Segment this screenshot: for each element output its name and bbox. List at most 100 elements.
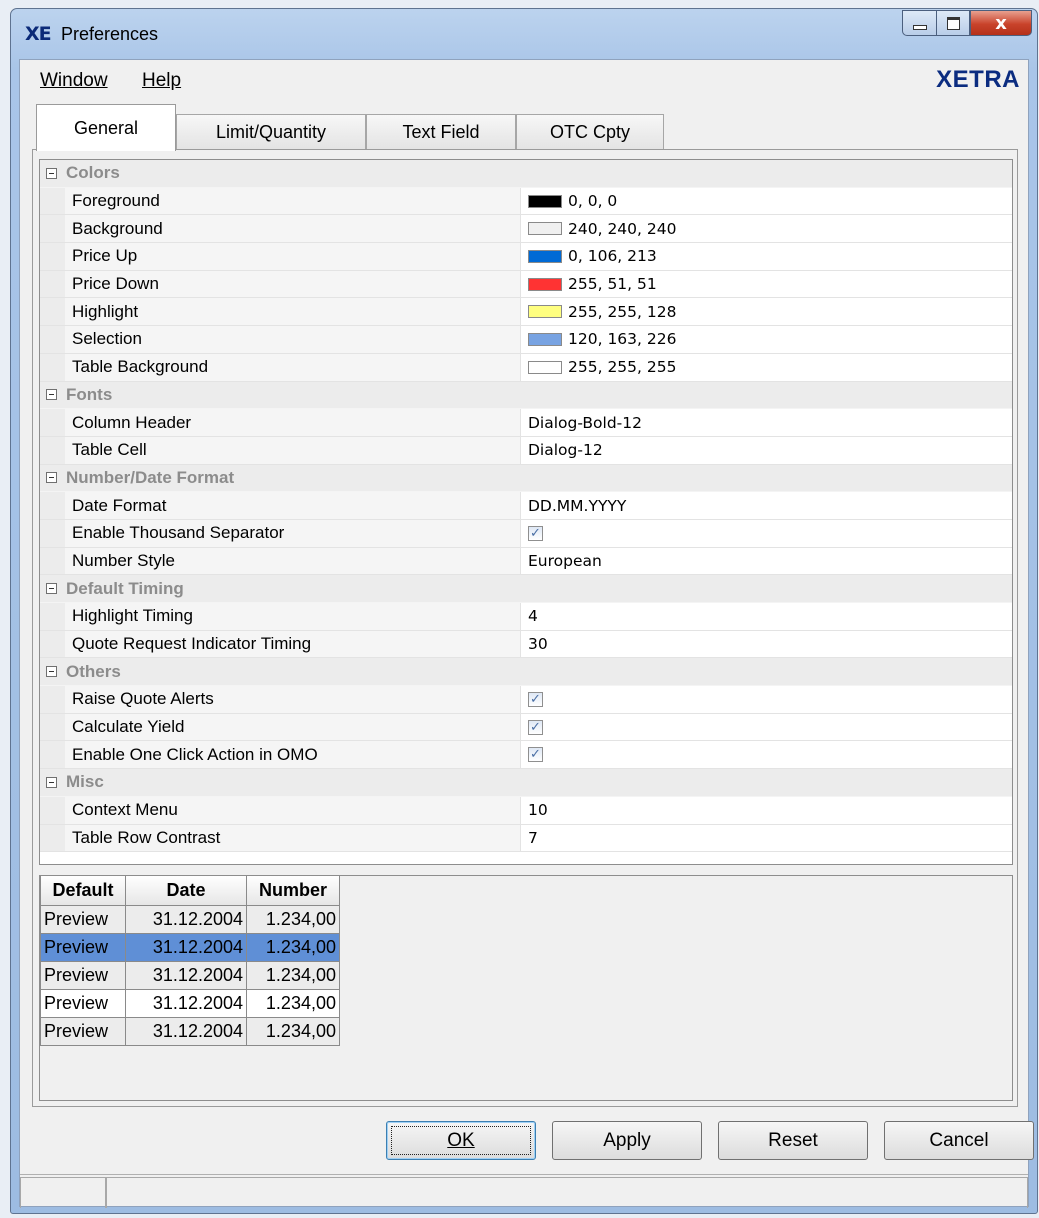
property-quote-request-indicator-timing[interactable]: Quote Request Indicator Timing 30: [40, 630, 1012, 659]
property-column-header[interactable]: Column Header Dialog-Bold-12: [40, 409, 1012, 437]
table-row[interactable]: Preview 31.12.2004 1.234,00: [40, 961, 340, 990]
property-label: Enable Thousand Separator: [72, 523, 285, 543]
menu-help[interactable]: Help: [142, 70, 181, 92]
collapse-icon[interactable]: [46, 583, 57, 595]
property-value[interactable]: DD.MM.YYYY: [528, 497, 626, 515]
category-label: Others: [66, 661, 121, 681]
property-value[interactable]: 0, 0, 0: [528, 192, 617, 210]
calculate-yield-checkbox[interactable]: ✓: [528, 719, 543, 735]
property-highlight[interactable]: Highlight 255, 255, 128: [40, 298, 1012, 327]
cell-date: 31.12.2004: [125, 961, 247, 990]
collapse-icon[interactable]: [46, 472, 57, 484]
minimize-button[interactable]: [902, 10, 936, 36]
close-button[interactable]: x: [970, 10, 1032, 36]
cancel-button-label: Cancel: [929, 1129, 989, 1151]
property-calculate-yield[interactable]: Calculate Yield ✓: [40, 713, 1012, 742]
property-label: Price Up: [72, 246, 138, 266]
property-enable-thousand-separator[interactable]: Enable Thousand Separator ✓: [40, 519, 1012, 548]
category-others[interactable]: Others: [40, 658, 1012, 687]
app-logo-icon: XE: [25, 23, 52, 45]
column-header-number[interactable]: Number: [246, 876, 340, 906]
property-price-up[interactable]: Price Up 0, 106, 213: [40, 243, 1012, 271]
status-cell-main: [106, 1177, 1028, 1208]
property-highlight-timing[interactable]: Highlight Timing 4: [40, 603, 1012, 631]
tab-text-field-label: Text Field: [402, 122, 480, 142]
collapse-icon[interactable]: [46, 776, 57, 788]
tab-otc-cpty[interactable]: OTC Cpty: [516, 114, 664, 150]
property-table-background[interactable]: Table Background 255, 255, 255: [40, 353, 1012, 382]
cancel-button[interactable]: Cancel: [884, 1121, 1034, 1160]
thousand-separator-checkbox[interactable]: ✓: [528, 525, 543, 541]
property-label: Column Header: [72, 412, 192, 432]
category-default-timing[interactable]: Default Timing: [40, 575, 1012, 603]
color-swatch: [528, 222, 562, 236]
property-value[interactable]: 255, 51, 51: [528, 275, 657, 293]
title-bar[interactable]: XE Preferences x: [11, 9, 1037, 59]
property-number-style[interactable]: Number Style European: [40, 547, 1012, 576]
reset-button[interactable]: Reset: [718, 1121, 868, 1160]
ok-button[interactable]: OK: [386, 1121, 536, 1160]
collapse-icon[interactable]: [46, 389, 57, 401]
property-value[interactable]: Dialog-12: [528, 441, 603, 459]
cell-date: 31.12.2004: [125, 905, 247, 934]
category-fonts[interactable]: Fonts: [40, 381, 1012, 410]
property-value[interactable]: 0, 106, 213: [528, 247, 657, 265]
column-header-default[interactable]: Default: [40, 876, 126, 906]
category-colors[interactable]: Colors: [40, 160, 1012, 188]
apply-button[interactable]: Apply: [552, 1121, 702, 1160]
property-enable-one-click-action[interactable]: Enable One Click Action in OMO ✓: [40, 741, 1012, 770]
property-raise-quote-alerts[interactable]: Raise Quote Alerts ✓: [40, 686, 1012, 714]
property-label: Number Style: [72, 550, 175, 570]
tab-general[interactable]: General: [36, 104, 176, 151]
property-label: Raise Quote Alerts: [72, 689, 214, 709]
color-value-text: 255, 255, 255: [568, 358, 677, 377]
color-swatch: [528, 249, 562, 263]
property-table-row-contrast[interactable]: Table Row Contrast 7: [40, 824, 1012, 853]
column-header-date[interactable]: Date: [125, 876, 247, 906]
one-click-action-checkbox[interactable]: ✓: [528, 747, 543, 763]
property-sheet: Colors Foreground 0, 0, 0 Background 240, …: [39, 159, 1013, 865]
property-value[interactable]: 120, 163, 226: [528, 330, 676, 348]
menu-window[interactable]: Window: [40, 70, 108, 92]
tab-text-field[interactable]: Text Field: [366, 114, 516, 150]
property-value[interactable]: 4: [528, 607, 538, 625]
apply-button-label: Apply: [603, 1129, 651, 1151]
category-label: Fonts: [66, 384, 113, 404]
property-value[interactable]: 255, 255, 255: [528, 358, 676, 376]
table-row-selected[interactable]: Preview 31.12.2004 1.234,00: [40, 933, 340, 962]
property-value[interactable]: 30: [528, 635, 548, 653]
category-number-date-format[interactable]: Number/Date Format: [40, 464, 1012, 493]
property-background[interactable]: Background 240, 240, 240: [40, 215, 1012, 244]
color-swatch: [528, 332, 562, 346]
property-value[interactable]: European: [528, 552, 602, 570]
table-row[interactable]: Preview 31.12.2004 1.234,00: [40, 1017, 340, 1046]
table-row[interactable]: Preview 31.12.2004 1.234,00: [40, 905, 340, 934]
property-value[interactable]: 7: [528, 829, 538, 847]
collapse-icon[interactable]: [46, 167, 57, 179]
raise-quote-alerts-checkbox[interactable]: ✓: [528, 691, 543, 707]
property-value[interactable]: 240, 240, 240: [528, 220, 676, 238]
property-value[interactable]: Dialog-Bold-12: [528, 414, 642, 432]
color-value-text: 0, 0, 0: [568, 192, 618, 211]
property-selection[interactable]: Selection 120, 163, 226: [40, 326, 1012, 354]
property-context-menu[interactable]: Context Menu 10: [40, 796, 1012, 825]
tab-limit-quantity[interactable]: Limit/Quantity: [176, 114, 366, 150]
cell-date: 31.12.2004: [125, 1017, 247, 1046]
property-date-format[interactable]: Date Format DD.MM.YYYY: [40, 492, 1012, 520]
property-table-cell[interactable]: Table Cell Dialog-12: [40, 436, 1012, 465]
cell-number: 1.234,00: [246, 989, 340, 1018]
cell-number: 1.234,00: [246, 1017, 340, 1046]
minimize-icon: [912, 24, 927, 30]
property-value[interactable]: 255, 255, 128: [528, 303, 676, 321]
category-misc[interactable]: Misc: [40, 769, 1012, 797]
property-label: Background: [72, 218, 163, 238]
property-foreground[interactable]: Foreground 0, 0, 0: [40, 187, 1012, 216]
property-label: Selection: [72, 329, 142, 349]
property-price-down[interactable]: Price Down 255, 51, 51: [40, 270, 1012, 299]
table-row[interactable]: Preview 31.12.2004 1.234,00: [40, 989, 340, 1018]
property-value[interactable]: 10: [528, 801, 548, 819]
property-label: Price Down: [72, 274, 159, 294]
maximize-button[interactable]: [936, 10, 970, 36]
close-icon: x: [995, 12, 1007, 34]
collapse-icon[interactable]: [46, 666, 57, 678]
